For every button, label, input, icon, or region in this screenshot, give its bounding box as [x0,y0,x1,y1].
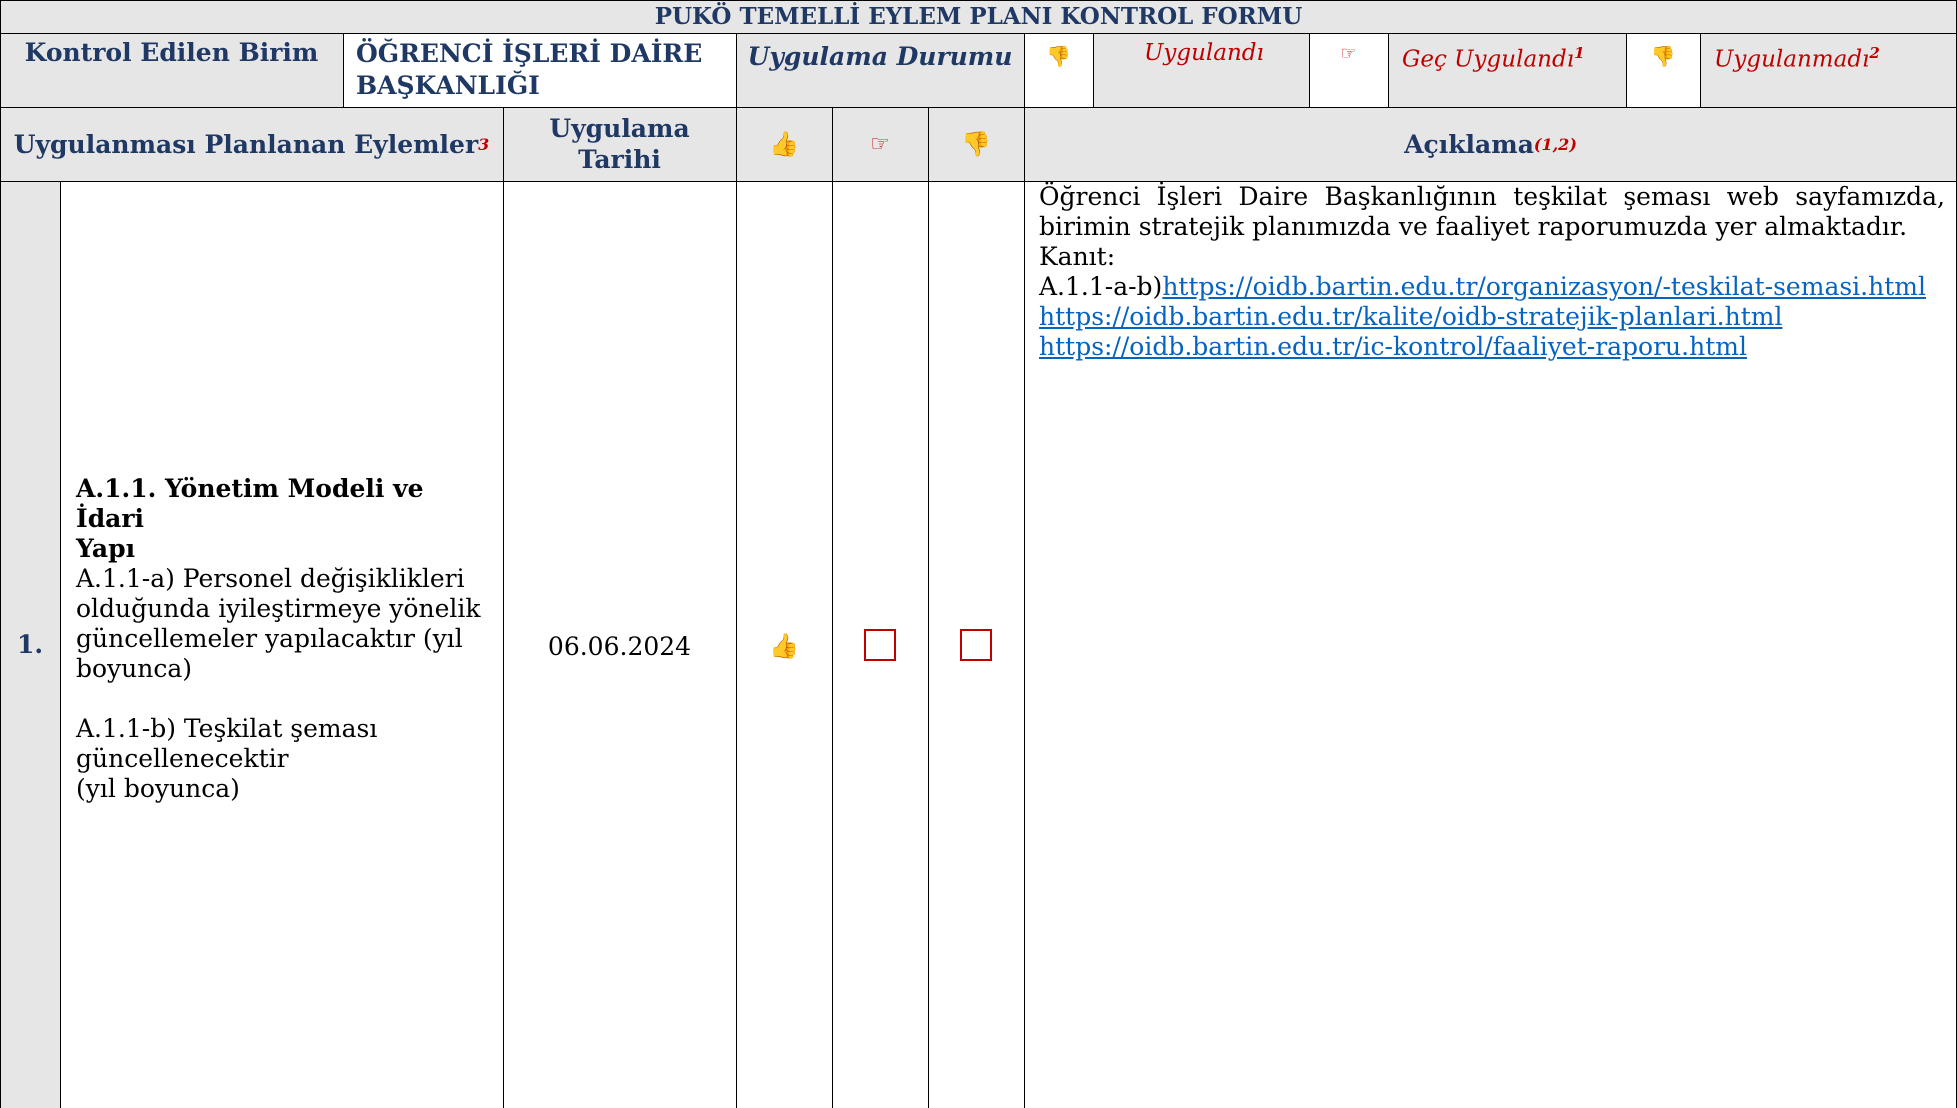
explanation-header-sup: (1,2) [1533,134,1577,154]
legend-late-sup: 1 [1574,44,1585,62]
status-label: Uygulama Durumu [747,41,1013,71]
unit-label: Kontrol Edilen Birim [24,37,319,67]
action-item-b-line3: (yıl boyunca) [76,774,240,803]
not-applied-checkbox[interactable] [960,629,992,661]
action-heading-line1: A.1.1. Yönetim Modeli ve İdari [76,474,424,533]
date-header: Uygulama Tarihi [503,107,736,181]
action-item-b-line1: A.1.1-b) Teşkilat şeması [76,714,378,743]
date-header-line2: Tarihi [578,145,661,174]
evidence-label: Kanıt: [1039,242,1116,271]
explanation-header: Açıklama (1,2) [1024,107,1957,181]
explanation-text: Öğrenci İşleri Daire Başkanlığının teşki… [1039,182,1945,241]
evidence-line: A.1.1-a-b)https://oidb.bartin.edu.tr/org… [1039,272,1945,302]
thumbs-down-icon: 👎 [1046,44,1071,68]
form-title: PUKÖ TEMELLİ EYLEM PLANI KONTROL FORMU [654,3,1303,30]
explanation-header-label: Açıklama [1404,129,1534,159]
evidence-prefix: A.1.1-a-b) [1039,272,1163,301]
legend-late-label: Geç Uygulandı [1402,46,1575,73]
actions-header-label: Uygulanması Planlanan Eylemler [13,129,479,159]
action-cell: A.1.1. Yönetim Modeli ve İdari Yapı A.1.… [76,474,491,804]
actions-header: Uygulanması Planlanan Eylemler 3 [0,107,503,181]
unit-value: ÖĞRENCİ İŞLERİ DAİRE BAŞKANLIĞI [356,38,736,102]
legend-late: Geç Uygulandı1 [1402,38,1622,75]
unit-value-line2: BAŞKANLIĞI [356,71,540,100]
actions-header-sup: 3 [478,134,490,154]
legend-not-applied-sup: 2 [1869,44,1880,62]
evidence-link-strategic-plans[interactable]: https://oidb.bartin.edu.tr/kalite/oidb-s… [1039,302,1782,331]
legend-applied: Uygulandı [1144,40,1264,66]
header-thumbs-up-icon: 👍 [769,130,799,158]
row-number: 1. [16,630,44,659]
evidence-link-activity-report[interactable]: https://oidb.bartin.edu.tr/ic-kontrol/fa… [1039,332,1747,361]
legend-not-applied: Uygulanmadı2 [1714,38,1954,75]
header-pointing-hand-icon: ☞ [870,131,890,157]
row-date: 06.06.2024 [547,631,692,661]
late-checkbox[interactable] [864,629,896,661]
action-item-b-line2: güncellenecektir [76,744,289,773]
action-item-b: A.1.1-b) Teşkilat şeması güncellenecekti… [76,714,491,804]
action-heading-line2: Yapı [76,534,136,563]
explanation-cell: Öğrenci İşleri Daire Başkanlığının teşki… [1039,182,1945,362]
action-item-a: A.1.1-a) Personel değişiklikleri olduğun… [76,564,481,683]
header-thumbs-down-icon: 👎 [961,130,991,158]
legend-not-applied-label: Uygulanmadı [1714,46,1870,73]
action-heading: A.1.1. Yönetim Modeli ve İdari Yapı [76,474,491,564]
date-header-line1: Uygulama [549,114,690,143]
evidence-link-org-chart[interactable]: https://oidb.bartin.edu.tr/organizasyon/… [1162,272,1926,301]
pointing-hand-icon: ☞ [1340,42,1357,64]
thumbs-down-icon-2: 👎 [1650,44,1676,68]
unit-value-line1: ÖĞRENCİ İŞLERİ DAİRE [356,39,703,68]
applied-thumbs-up-icon: 👍 [769,632,799,660]
